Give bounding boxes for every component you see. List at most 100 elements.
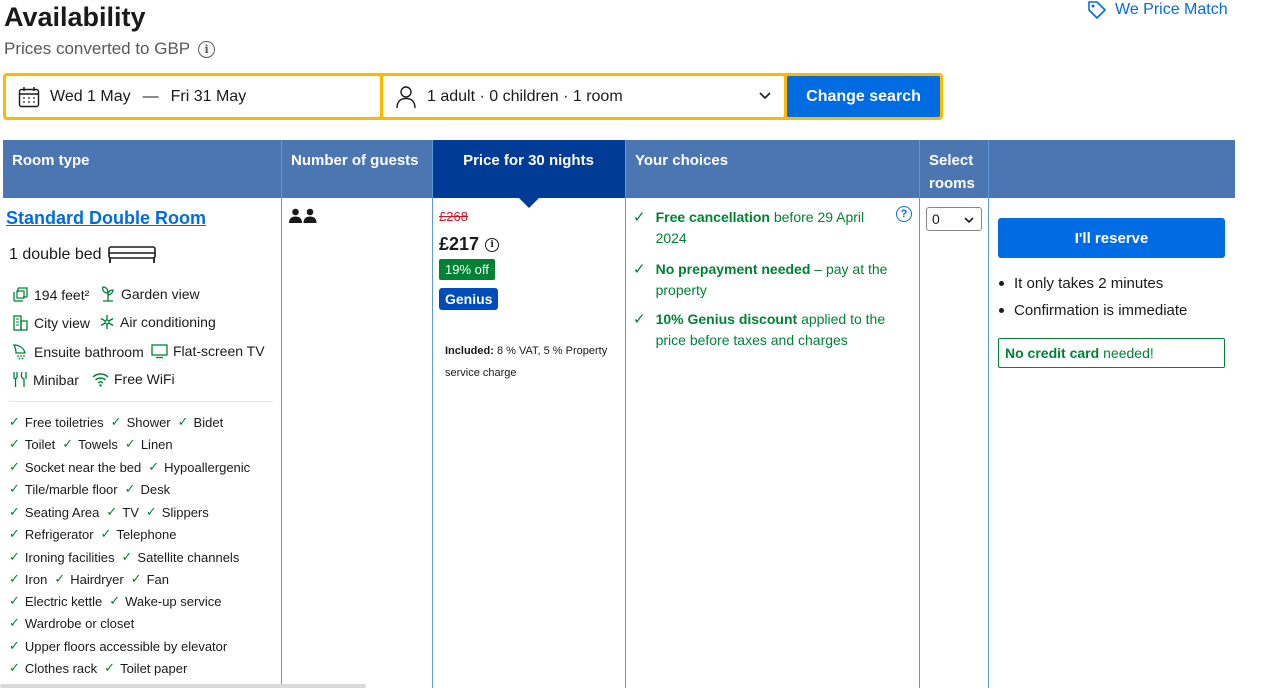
feature-label: Flat-screen TV xyxy=(173,343,265,359)
list-item: ✓ Towels xyxy=(62,436,118,452)
list-item: ✓ Toilet xyxy=(9,436,56,452)
list-item: ✓ TV xyxy=(106,504,139,520)
list-item: ✓ Fan xyxy=(130,571,169,587)
check-icon: ✓ xyxy=(145,504,157,519)
list-item: ✓ Free toiletries xyxy=(9,414,104,430)
check-in-date: Wed 1 May xyxy=(50,87,131,105)
feature-label: Air conditioning xyxy=(120,314,216,330)
bed-label: 1 double bed xyxy=(9,246,102,263)
check-icon: ✓ xyxy=(148,459,160,474)
feature-size: 194 feet² xyxy=(12,286,89,303)
list-item: ✓ Wardrobe or closet xyxy=(9,615,135,631)
check-icon: ✓ xyxy=(9,481,20,496)
discount-badge: 19% off xyxy=(439,259,495,280)
check-icon: ✓ xyxy=(177,414,189,429)
included-charges: Included: 8 % VAT, 5 % Property service … xyxy=(445,340,620,384)
feature-minibar: Minibar xyxy=(12,371,79,388)
header-price: Price for 30 nights xyxy=(432,140,625,198)
list-item: ✓ Wake-up service xyxy=(109,593,222,609)
bed-info: 1 double bed xyxy=(9,245,156,265)
price-match-label: We Price Match xyxy=(1115,1,1228,18)
city-icon xyxy=(13,315,28,331)
room-name-link[interactable]: Standard Double Room xyxy=(6,208,206,229)
amenity-row: ✓ Clothes rack ✓ Toilet paper xyxy=(9,660,279,676)
column-divider xyxy=(281,140,282,688)
feature-label: City view xyxy=(34,314,91,331)
wifi-icon xyxy=(92,372,109,387)
shower-icon xyxy=(12,344,26,360)
header-guests: Number of guests xyxy=(282,140,432,198)
tv-icon xyxy=(151,344,168,359)
reserve-benefits: It only takes 2 minutes Confirmation is … xyxy=(999,270,1187,324)
room-quantity-value: 0 xyxy=(932,211,940,227)
choice-free-cancellation: ✓ Free cancellation before 29 April 2024 xyxy=(633,207,895,249)
feature-label: Ensuite bathroom xyxy=(34,343,144,360)
check-icon: ✓ xyxy=(121,549,133,564)
amenity-row: ✓ Toilet ✓ Towels ✓ Linen xyxy=(9,436,279,452)
check-icon: ✓ xyxy=(9,504,20,519)
column-divider xyxy=(625,140,626,688)
choice-genius-discount: ✓ 10% Genius discount applied to the pri… xyxy=(633,309,895,351)
header-reserve xyxy=(989,140,1235,198)
feature-city-view: City view xyxy=(12,314,90,331)
date-picker[interactable]: Wed 1 May — Fri 31 May xyxy=(6,76,380,117)
amenity-row: ✓ Upper floors accessible by elevator xyxy=(9,638,279,654)
column-divider xyxy=(919,140,920,688)
amenity-row: ✓ Electric kettle ✓ Wake-up service xyxy=(9,593,279,609)
check-icon: ✓ xyxy=(100,526,112,541)
choice-bold: Free cancellation xyxy=(655,209,770,225)
included-label: Included: xyxy=(445,345,494,357)
garden-icon xyxy=(102,286,114,302)
occupancy-picker[interactable]: 1 adult · 0 children · 1 room xyxy=(383,76,784,117)
column-divider xyxy=(432,140,433,688)
list-item: ✓ Desk xyxy=(124,481,171,497)
price-match-link[interactable]: We Price Match xyxy=(1087,0,1228,20)
change-search-button[interactable]: Change search xyxy=(787,76,940,117)
amenity-row: ✓ Iron ✓ Hairdryer ✓ Fan xyxy=(9,571,279,587)
genius-badge: Genius xyxy=(439,288,499,310)
amenities-divider xyxy=(9,401,273,402)
original-price: £268 xyxy=(439,209,468,224)
check-icon: ✓ xyxy=(109,593,121,608)
check-icon: ✓ xyxy=(633,311,646,328)
header-choices: Your choices xyxy=(626,140,919,198)
check-icon: ✓ xyxy=(9,571,20,586)
check-icon: ✓ xyxy=(9,638,20,653)
feature-free-wifi: Free WiFi xyxy=(92,371,175,387)
feature-label: Minibar xyxy=(33,371,79,388)
list-item: ✓ Slippers xyxy=(145,504,209,520)
feature-ensuite-bathroom: Ensuite bathroom xyxy=(12,343,144,360)
check-out-date: Fri 31 May xyxy=(170,87,247,105)
check-icon: ✓ xyxy=(9,526,20,541)
no-credit-bold: No credit card xyxy=(1005,345,1100,361)
size-icon xyxy=(13,287,28,302)
list-item: ✓ Refrigerator xyxy=(9,526,94,542)
calendar-icon xyxy=(18,86,40,107)
header-select-rooms: Select rooms xyxy=(920,140,988,198)
list-item: ✓ Electric kettle xyxy=(9,593,103,609)
check-icon: ✓ xyxy=(124,481,136,496)
question-icon[interactable]: ? xyxy=(896,206,912,222)
search-bar: Wed 1 May — Fri 31 May 1 adult · 0 child… xyxy=(3,73,943,120)
chevron-down-icon xyxy=(759,92,771,100)
check-icon: ✓ xyxy=(104,660,116,675)
check-icon: ✓ xyxy=(633,261,646,278)
current-price-value: £217 xyxy=(439,234,480,254)
amenity-row: ✓ Wardrobe or closet xyxy=(9,615,279,631)
minibar-icon xyxy=(13,371,27,387)
info-icon[interactable]: i xyxy=(198,40,216,58)
list-item: ✓ Toilet paper xyxy=(104,660,188,676)
info-icon[interactable]: i xyxy=(485,237,500,252)
check-icon: ✓ xyxy=(9,660,20,675)
list-item: ✓ Iron xyxy=(9,571,48,587)
reserve-button[interactable]: I'll reserve xyxy=(998,218,1225,258)
room-quantity-select[interactable]: 0 xyxy=(926,207,982,231)
tag-icon xyxy=(1088,1,1106,19)
choice-no-prepayment: ✓ No prepayment needed – pay at the prop… xyxy=(633,259,895,301)
date-separator: — xyxy=(142,87,159,105)
list-item: ✓ Linen xyxy=(124,436,173,452)
check-icon: ✓ xyxy=(9,459,20,474)
list-item: Confirmation is immediate xyxy=(999,297,1187,324)
page-title: Availability xyxy=(4,2,146,32)
horizontal-scrollbar[interactable] xyxy=(0,684,366,688)
